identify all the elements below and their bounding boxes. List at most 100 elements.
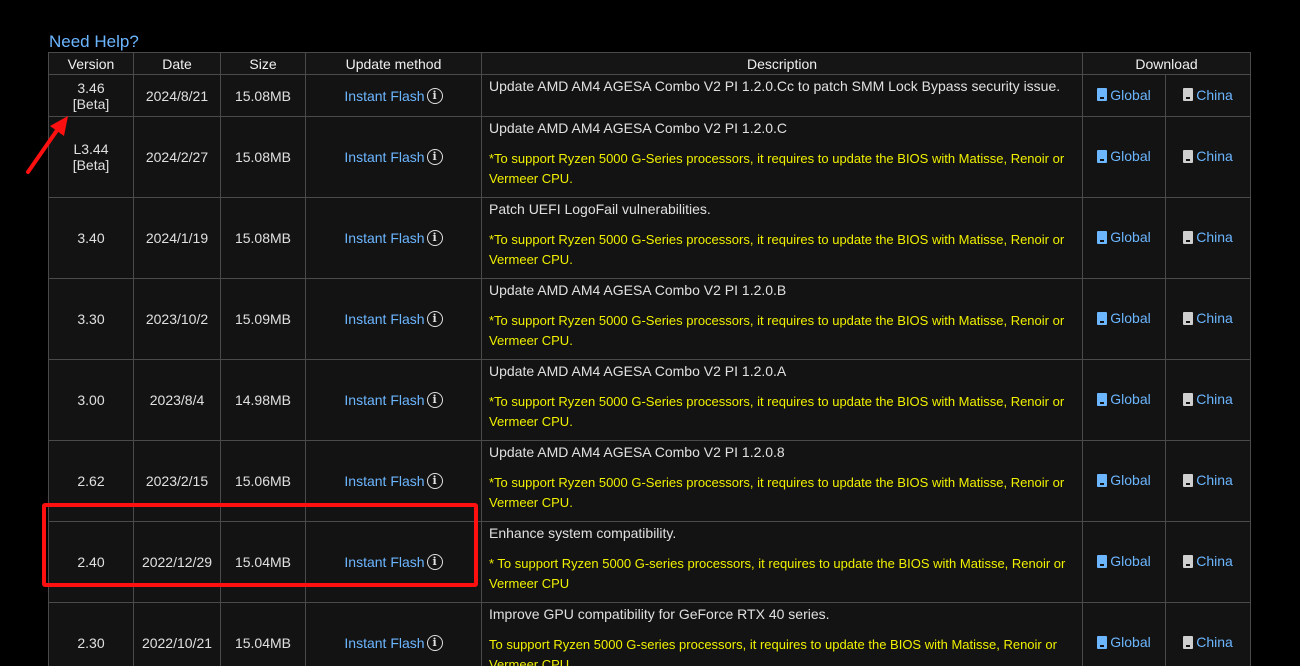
need-help-link[interactable]: Need Help? bbox=[49, 32, 139, 52]
version-cell: 3.40 bbox=[48, 197, 134, 279]
download-global-label: Global bbox=[1110, 148, 1151, 165]
description-main: Update AMD AM4 AGESA Combo V2 PI 1.2.0.C bbox=[489, 120, 788, 136]
download-china-link[interactable]: China bbox=[1183, 148, 1233, 164]
download-global-link[interactable]: Global bbox=[1097, 310, 1151, 327]
download-china-cell: China bbox=[1164, 359, 1252, 441]
table-row: 3.40 2024/1/19 15.08MB Instant Flash i P… bbox=[48, 197, 1252, 279]
file-download-icon bbox=[1183, 635, 1194, 649]
instant-flash-link[interactable]: Instant Flash i bbox=[344, 311, 443, 327]
size-cell: 15.08MB bbox=[220, 74, 306, 117]
version-cell: 3.30 bbox=[48, 278, 134, 360]
description-note: *To support Ryzen 5000 G-Series processo… bbox=[489, 151, 1065, 186]
info-circle-icon[interactable]: i bbox=[426, 311, 443, 327]
download-global-link[interactable]: Global bbox=[1097, 472, 1151, 488]
table-body: 3.46 [Beta] 2024/8/21 15.08MB Instant Fl… bbox=[48, 74, 1252, 666]
description-cell: Update AMD AM4 AGESA Combo V2 PI 1.2.0.C… bbox=[481, 116, 1083, 198]
date-text: 2023/10/2 bbox=[145, 311, 209, 327]
download-china-link[interactable]: China bbox=[1183, 229, 1233, 245]
size-text: 15.09MB bbox=[234, 311, 292, 327]
file-download-icon bbox=[1183, 230, 1194, 244]
download-china-link[interactable]: China bbox=[1183, 472, 1233, 488]
file-download-icon bbox=[1097, 473, 1108, 487]
description-cell: Update AMD AM4 AGESA Combo V2 PI 1.2.0.A… bbox=[481, 359, 1083, 441]
instant-flash-link[interactable]: Instant Flash i bbox=[344, 392, 443, 408]
header-update-method: Update method bbox=[305, 52, 482, 75]
info-circle-icon[interactable]: i bbox=[426, 554, 443, 570]
instant-flash-link[interactable]: Instant Flash i bbox=[344, 149, 443, 165]
date-text: 2024/8/21 bbox=[145, 87, 209, 104]
version-line1: 3.00 bbox=[77, 392, 105, 408]
download-china-label: China bbox=[1196, 310, 1233, 327]
download-china-link[interactable]: China bbox=[1183, 391, 1233, 407]
download-global-cell: Global bbox=[1082, 116, 1166, 198]
file-download-icon bbox=[1097, 149, 1108, 163]
download-china-cell: China bbox=[1164, 521, 1252, 603]
update-method-cell: Instant Flash i bbox=[305, 440, 482, 522]
download-china-label: China bbox=[1196, 229, 1233, 246]
instant-flash-link[interactable]: Instant Flash i bbox=[344, 473, 443, 489]
download-china-link[interactable]: China bbox=[1183, 87, 1233, 103]
size-cell: 15.04MB bbox=[220, 602, 306, 666]
size-text: 15.04MB bbox=[234, 635, 292, 651]
header-size: Size bbox=[220, 52, 306, 75]
update-method-cell: Instant Flash i bbox=[305, 521, 482, 603]
info-circle-icon[interactable]: i bbox=[426, 635, 443, 651]
instant-flash-link[interactable]: Instant Flash i bbox=[344, 635, 443, 651]
download-global-cell: Global bbox=[1082, 359, 1166, 441]
instant-flash-link[interactable]: Instant Flash i bbox=[344, 87, 443, 104]
info-circle-icon[interactable]: i bbox=[426, 473, 443, 489]
download-global-link[interactable]: Global bbox=[1097, 634, 1151, 651]
download-china-link[interactable]: China bbox=[1183, 310, 1233, 326]
table-header-row: Version Date Size Update method Descript… bbox=[48, 52, 1252, 75]
instant-flash-link[interactable]: Instant Flash i bbox=[344, 230, 443, 246]
info-circle-icon[interactable]: i bbox=[426, 230, 443, 246]
date-text: 2022/12/29 bbox=[141, 554, 213, 570]
download-global-label: Global bbox=[1110, 553, 1151, 570]
download-global-label: Global bbox=[1110, 391, 1151, 408]
instant-flash-label: Instant Flash bbox=[344, 311, 425, 327]
download-global-link[interactable]: Global bbox=[1097, 391, 1151, 408]
version-line1: 2.30 bbox=[77, 635, 105, 651]
download-china-label: China bbox=[1196, 391, 1233, 408]
info-circle-icon[interactable]: i bbox=[426, 392, 443, 408]
info-circle-icon[interactable]: i bbox=[426, 149, 443, 165]
version-line2: [Beta] bbox=[72, 95, 110, 112]
update-method-cell: Instant Flash i bbox=[305, 74, 482, 117]
download-china-label: China bbox=[1196, 472, 1233, 489]
file-download-icon bbox=[1183, 311, 1194, 325]
download-global-link[interactable]: Global bbox=[1097, 87, 1151, 103]
download-china-label: China bbox=[1196, 148, 1233, 165]
download-china-cell: China bbox=[1164, 197, 1252, 279]
download-global-cell: Global bbox=[1082, 278, 1166, 360]
file-download-icon bbox=[1097, 554, 1108, 568]
size-cell: 14.98MB bbox=[220, 359, 306, 441]
size-text: 15.08MB bbox=[234, 87, 292, 104]
download-china-link[interactable]: China bbox=[1183, 553, 1233, 569]
instant-flash-label: Instant Flash bbox=[344, 392, 425, 408]
header-date: Date bbox=[133, 52, 221, 75]
download-china-link[interactable]: China bbox=[1183, 634, 1233, 650]
download-global-label: Global bbox=[1110, 634, 1151, 651]
description-main: Patch UEFI LogoFail vulnerabilities. bbox=[489, 201, 711, 217]
size-cell: 15.08MB bbox=[220, 197, 306, 279]
info-circle-icon[interactable]: i bbox=[426, 87, 443, 104]
header-description: Description bbox=[481, 52, 1083, 75]
file-download-icon bbox=[1097, 88, 1108, 102]
description-note: * To support Ryzen 5000 G-series process… bbox=[489, 556, 1066, 591]
version-cell: 2.30 bbox=[48, 602, 134, 666]
download-global-link[interactable]: Global bbox=[1097, 553, 1151, 570]
download-china-label: China bbox=[1196, 86, 1233, 103]
download-china-cell: China bbox=[1164, 116, 1252, 198]
update-method-cell: Instant Flash i bbox=[305, 602, 482, 666]
download-global-label: Global bbox=[1110, 310, 1151, 327]
file-download-icon bbox=[1183, 554, 1194, 568]
header-version: Version bbox=[48, 52, 134, 75]
download-china-label: China bbox=[1196, 553, 1233, 570]
header-download: Download bbox=[1081, 52, 1252, 75]
download-global-link[interactable]: Global bbox=[1097, 229, 1151, 245]
version-cell: 2.40 bbox=[48, 521, 134, 603]
instant-flash-link[interactable]: Instant Flash i bbox=[344, 554, 443, 570]
download-global-cell: Global bbox=[1082, 602, 1166, 666]
table-row: 3.00 2023/8/4 14.98MB Instant Flash i Up… bbox=[48, 359, 1252, 441]
download-global-link[interactable]: Global bbox=[1097, 148, 1151, 165]
